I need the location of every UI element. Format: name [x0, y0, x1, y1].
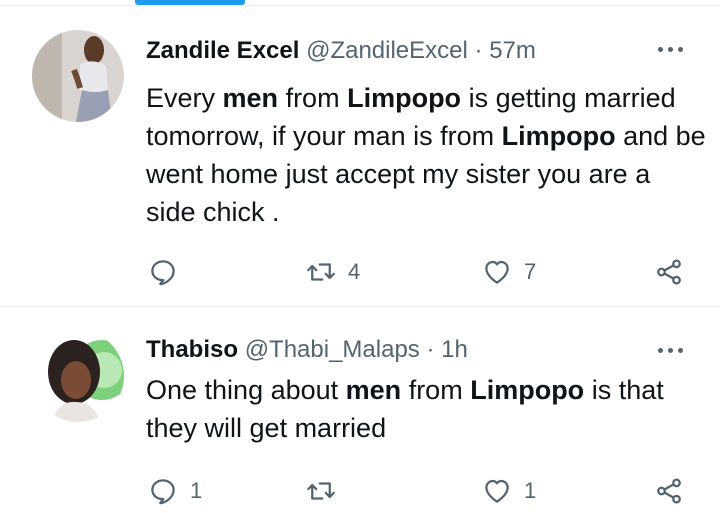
retweet-icon	[307, 482, 335, 500]
tweet-actions: 1 1	[146, 471, 706, 511]
share-icon	[657, 478, 681, 504]
retweet-count: 4	[348, 259, 361, 284]
tweet[interactable]: Zandile Excel @ZandileExcel · 57m Every …	[0, 6, 720, 306]
retweet-button[interactable]: 4	[306, 252, 360, 292]
timestamp[interactable]: 57m	[489, 37, 536, 64]
tweet-text: Every men from Limpopo is getting marrie…	[146, 83, 706, 227]
heart-icon	[485, 479, 509, 503]
separator: ·	[426, 336, 435, 363]
tweet-actions: 4 7	[146, 252, 706, 292]
avatar[interactable]	[32, 30, 124, 122]
like-count: 7	[524, 259, 537, 284]
like-count: 1	[524, 478, 537, 503]
avatar[interactable]	[32, 330, 124, 422]
more-icon[interactable]	[656, 340, 686, 360]
timestamp[interactable]: 1h	[441, 336, 468, 363]
heart-icon	[485, 260, 509, 284]
user-handle[interactable]: @ZandileExcel	[306, 37, 468, 64]
like-button[interactable]: 1	[482, 471, 536, 511]
tweet[interactable]: Thabiso @Thabi_Malaps · 1h One thing abo…	[0, 307, 720, 513]
display-name[interactable]: Thabiso	[146, 336, 238, 363]
share-icon	[657, 259, 681, 285]
tweet-text: One thing about men from Limpopo is that…	[146, 375, 664, 443]
like-button[interactable]: 7	[482, 252, 536, 292]
more-icon[interactable]	[656, 39, 686, 59]
reply-icon	[151, 479, 175, 505]
separator: ·	[474, 37, 483, 64]
share-button[interactable]	[654, 471, 684, 511]
retweet-button[interactable]	[306, 471, 348, 511]
user-handle[interactable]: @Thabi_Malaps	[245, 336, 420, 363]
reply-button[interactable]: 1	[148, 471, 202, 511]
tweet-header: Thabiso @Thabi_Malaps · 1h	[146, 335, 640, 365]
tweet-header: Zandile Excel @ZandileExcel · 57m	[146, 36, 640, 66]
share-button[interactable]	[654, 252, 684, 292]
display-name[interactable]: Zandile Excel	[146, 37, 299, 64]
reply-icon	[151, 260, 175, 286]
reply-button[interactable]	[148, 252, 190, 292]
reply-count: 1	[190, 478, 203, 503]
retweet-icon	[307, 263, 335, 281]
